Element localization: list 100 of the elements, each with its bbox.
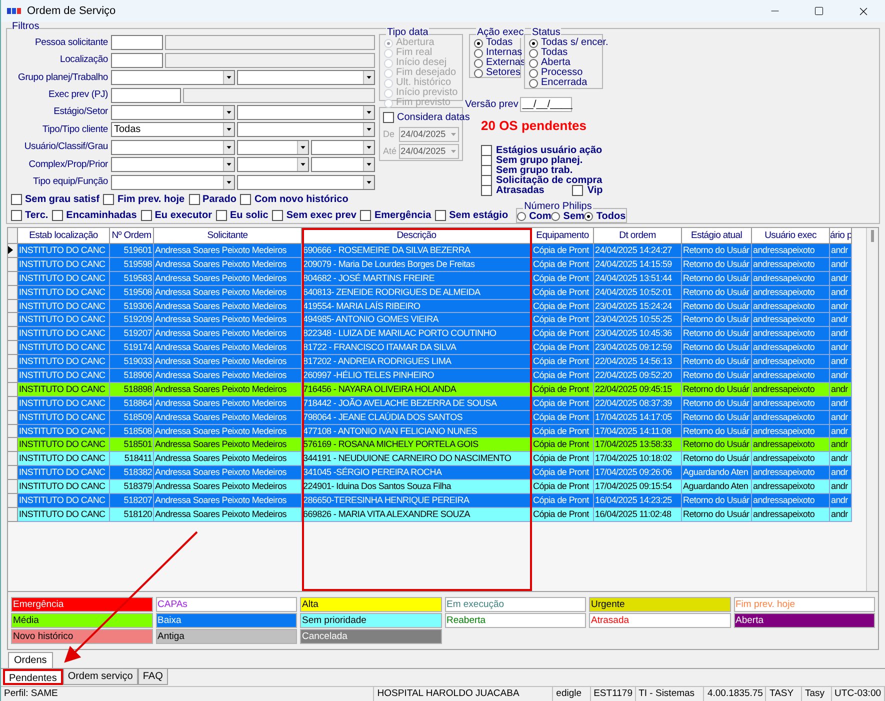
checkbox[interactable]: [481, 155, 492, 166]
checkbox[interactable]: [481, 145, 492, 156]
checkbox[interactable]: [140, 210, 152, 220]
radio-button[interactable]: [474, 38, 483, 48]
radio-button[interactable]: [551, 212, 560, 221]
table-row[interactable]: INSTITUTO DO CANC 519583 Andressa Soares Peixoto Medeiros 804682 - JOSÉ MARTINS FREIRE Cópia de Pront 24/04/2025 13:51:44 Retorno do Usuár andressapeixoto andr: [8, 272, 852, 286]
table-row[interactable]: INSTITUTO DO CANC 519207 Andressa Soares Peixoto Medeiros 822348 - LUIZA DE MARILAC PORTO COUTINHO Cópia de Pront 23/04/2025 10:45:36 Retorno do Usuár andressapeixoto andr: [8, 327, 852, 342]
column-header[interactable]: Usuário exec: [752, 228, 830, 244]
table-row[interactable]: INSTITUTO DO CANC 519508 Andressa Soares Peixoto Medeiros 640813- ZENEIDE RODRIGUES DE ALMEIDA Cópia de Pront 24/04/2025 10:52:01 Retorno do Usuár andressapeixoto andr: [8, 286, 852, 300]
checkbox[interactable]: [435, 210, 446, 220]
dropdown-field[interactable]: [311, 140, 375, 155]
table-row[interactable]: INSTITUTO DO CANC 518508 Andressa Soares Peixoto Medeiros 477108 - ANTONIO IVAN FELICIANO NUNES Cópia de Pront 17/04/2025 14:11:08 Retorno do Usuár andressapeixoto andr: [8, 424, 852, 438]
field-label: Localização: [59, 53, 109, 68]
tab[interactable]: Ordens: [8, 652, 53, 668]
checkbox[interactable]: [216, 210, 228, 220]
table-row[interactable]: INSTITUTO DO CANC 519209 Andressa Soares Peixoto Medeiros 494985- ANTONIO GOMES VIEIRA Cópia de Pront 23/04/2025 10:55:25 Retorno do Usuár andressapeixoto andr: [8, 313, 852, 328]
checkbox[interactable]: [188, 194, 200, 205]
checkbox[interactable]: [383, 112, 394, 123]
checkbox[interactable]: [103, 194, 114, 205]
radio-label: Setores: [486, 68, 520, 78]
input-field[interactable]: [111, 52, 163, 68]
checkbox-label: Sem grupo trab.: [496, 166, 573, 176]
checkbox[interactable]: [52, 210, 64, 220]
table-row[interactable]: INSTITUTO DO CANC 519598 Andressa Soares Peixoto Medeiros 209079 - Maria De Lourdes Borges De Freitas Cópia de Pront 24/04/2025 14:15:59 Retorno do Usuár andressapeixoto andr: [8, 258, 852, 272]
scrollbar[interactable]: [866, 228, 878, 591]
status-text: EST1179: [590, 686, 636, 701]
checkbox[interactable]: [572, 185, 584, 196]
tab[interactable]: Pendentes: [3, 669, 63, 685]
date-label: De: [383, 128, 396, 141]
date-field[interactable]: 24/04/2025: [398, 144, 459, 159]
dropdown-field[interactable]: [237, 174, 375, 190]
table-row[interactable]: INSTITUTO DO CANC 518379 Andressa Soares Peixoto Medeiros 224901- Iduina Dos Santos Souza Filha Cópia de Pront 17/04/2025 09:15:54 Aguardando Aten andressapeixoto andr: [8, 480, 852, 494]
input-field[interactable]: [111, 35, 163, 50]
table-row[interactable]: INSTITUTO DO CANC 518898 Andressa Soares Peixoto Medeiros 716456 - NAYARA OLIVEIRA HOLANDA Cópia de Pront 22/04/2025 09:45:15 Retorno do Usuár andressapeixoto andr: [8, 382, 852, 397]
checkbox[interactable]: [481, 165, 492, 176]
checkbox[interactable]: [481, 175, 492, 186]
checkbox[interactable]: [272, 210, 284, 220]
status-text: UTC-03:00: [832, 686, 885, 701]
table-row[interactable]: INSTITUTO DO CANC 519306 Andressa Soares Peixoto Medeiros 419554- MARIA LAÍS RIBEIRO Cópia de Pront 23/04/2025 15:24:24 Retorno do Usuár andressapeixoto andr: [8, 300, 852, 314]
radio-button[interactable]: [474, 48, 483, 58]
table-row[interactable]: INSTITUTO DO CANC 518509 Andressa Soares Peixoto Medeiros 798064 - JEANE CLAÚDIA DOS SANTOS Cópia de Pront 17/04/2025 14:17:05 Retorno do Usuár andressapeixoto andr: [8, 410, 852, 425]
date-input[interactable]: __/__/____: [520, 97, 572, 112]
date-field[interactable]: 24/04/2025: [398, 127, 459, 142]
legend-item: Atrasada: [589, 613, 730, 628]
radio-button[interactable]: [584, 212, 594, 221]
column-header[interactable]: Estab localização: [18, 228, 110, 244]
input-field[interactable]: [111, 88, 181, 103]
group-title: Filtros: [12, 22, 40, 32]
checkbox-label: Fim prev. hoje: [117, 192, 185, 207]
checkbox[interactable]: [11, 194, 22, 205]
table-row[interactable]: INSTITUTO DO CANC 518501 Andressa Soares Peixoto Medeiros 576169 - ROSANA MICHELY PORTELA GOIS Cópia de Pront 17/04/2025 13:58:33 Retorno do Usuár andressapeixoto andr: [8, 438, 852, 452]
radio-button[interactable]: [529, 58, 538, 68]
table-row[interactable]: INSTITUTO DO CANC 518864 Andressa Soares Peixoto Medeiros 718442 - JOÃO AVELACHE BEZERRA DE SOUSA Cópia de Pront 22/04/2025 08:37:39 Retorno do Usuár andressapeixoto andr: [8, 396, 852, 411]
tab[interactable]: FAQ: [138, 669, 168, 685]
radio-label: Com: [529, 212, 552, 222]
radio-button[interactable]: [474, 68, 483, 78]
scrollbar-thumb[interactable]: [871, 230, 874, 242]
dropdown-field[interactable]: [237, 157, 309, 172]
radio-label: Todas: [486, 38, 513, 48]
table-row[interactable]: INSTITUTO DO CANC 518906 Andressa Soares Peixoto Medeiros 260997 -HÉLIO TELES PINHEIRO Cópia de Pront 22/04/2025 09:52:20 Retorno do Usuár andressapeixoto andr: [8, 369, 852, 383]
dropdown-field[interactable]: [237, 105, 375, 120]
dropdown-field[interactable]: [311, 157, 375, 172]
table-row[interactable]: INSTITUTO DO CANC 518382 Andressa Soares Peixoto Medeiros 341045 -SÉRGIO PEREIRA ROCHA Cópia de Pront 17/04/2025 09:26:06 Aguardando Aten andressapeixoto andr: [8, 466, 852, 480]
column-header[interactable]: Estágio atual: [682, 228, 752, 244]
checkbox[interactable]: [11, 210, 22, 220]
dropdown-field[interactable]: [111, 105, 235, 120]
column-header[interactable]: Solicitante: [154, 228, 302, 244]
column-header[interactable]: Equipamento: [532, 228, 594, 244]
column-header[interactable]: Nº Ordem: [110, 228, 154, 244]
checkbox[interactable]: [481, 185, 492, 196]
checkbox[interactable]: [360, 210, 372, 220]
dropdown-field[interactable]: [111, 157, 235, 172]
dropdown-field[interactable]: [111, 140, 235, 155]
table-row[interactable]: INSTITUTO DO CANC 518207 Andressa Soares Peixoto Medeiros 286650-TERESINHA HENRIQUE PEREIRA Cópia de Pront 16/04/2025 14:23:25 Retorno do Usuár andressapeixoto andr: [8, 494, 852, 508]
column-header[interactable]: Dt ordem: [594, 228, 682, 244]
table-row[interactable]: INSTITUTO DO CANC 518120 Andressa Soares Peixoto Medeiros 669826 - MARIA VITA ALEXANDRE SOUZA Cópia de Pront 16/04/2025 11:02:48 Retorno do Usuár andressapeixoto andr: [8, 508, 852, 522]
radio-button[interactable]: [474, 58, 483, 68]
radio-button[interactable]: [529, 38, 538, 48]
checkbox[interactable]: [240, 194, 252, 205]
dropdown-field[interactable]: Todas: [111, 122, 235, 138]
radio-button[interactable]: [517, 212, 526, 221]
checkbox-label: Considera datas: [397, 111, 470, 125]
dropdown-field[interactable]: [237, 122, 375, 138]
tab[interactable]: Ordem serviço: [62, 669, 138, 685]
dropdown-field[interactable]: [111, 70, 235, 86]
legend-item: Aberta: [734, 613, 875, 628]
row-header[interactable]: [8, 244, 18, 258]
table-row[interactable]: INSTITUTO DO CANC 519601 Andressa Soares Peixoto Medeiros 690666 - ROSEMEIRE DA SILVA BEZERRA Cópia de Pront 24/04/2025 14:24:27 Retorno do Usuár andressapeixoto andr: [8, 244, 852, 258]
radio-button[interactable]: [529, 48, 538, 58]
dropdown-field[interactable]: [237, 140, 309, 155]
table-row[interactable]: INSTITUTO DO CANC 519174 Andressa Soares Peixoto Medeiros 81722 - FRANCISCO ITAMAR DA SILVA Cópia de Pront 23/04/2025 09:12:59 Retorno do Usuár andressapeixoto andr: [8, 341, 852, 356]
radio-button[interactable]: [529, 78, 538, 88]
table-row[interactable]: INSTITUTO DO CANC 518411 Andressa Soares Peixoto Medeiros 344191 - NEUDUIONE CARNEIRO DO NASCIMENTO Cópia de Pront 17/04/2025 10:18:02 Retorno do Usuár andressapeixoto andr: [8, 452, 852, 466]
legend-item: Cancelada: [300, 629, 442, 644]
table-row[interactable]: INSTITUTO DO CANC 519033 Andressa Soares Peixoto Medeiros 817202 - ANDREIA RODRIGUES LIMA Cópia de Pront 22/04/2025 14:56:13 Retorno do Usuár andressapeixoto andr: [8, 355, 852, 370]
radio-button[interactable]: [529, 68, 538, 78]
dropdown-field[interactable]: [111, 174, 235, 190]
radio-label: Ult. histórico: [396, 78, 452, 88]
legend-item: Urgente: [589, 597, 730, 612]
dropdown-field[interactable]: [237, 70, 375, 86]
